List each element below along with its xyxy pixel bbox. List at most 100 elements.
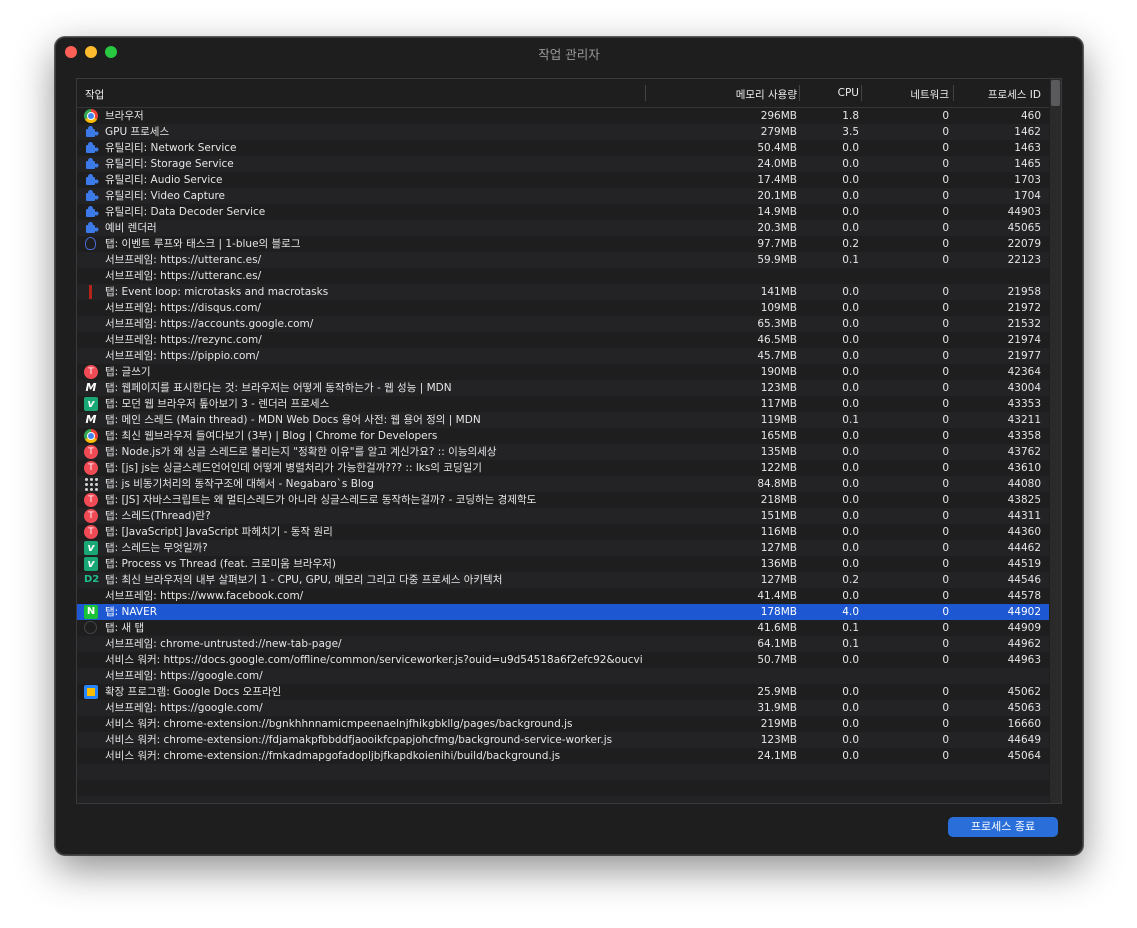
end-process-button[interactable]: 프로세스 종료 [948, 817, 1058, 837]
table-row[interactable]: 탭: js 비동기처리의 동작구조에 대해서 - Negabaro`s Blog… [77, 476, 1049, 492]
network-usage: 0 [942, 718, 949, 730]
table-row[interactable]: 서브프레임: https://www.facebook.com/41.4MB 0.… [77, 588, 1049, 604]
cpu-usage: 0.0 [842, 446, 859, 458]
column-header-cpu[interactable]: CPU [838, 87, 859, 99]
process-name: 브라우저 [105, 110, 144, 122]
tistory-icon: T [84, 461, 98, 475]
table-row[interactable]: GPU 프로세스 279MB 3.5 0 1462 [77, 124, 1049, 140]
process-name: GPU 프로세스 [105, 126, 170, 138]
task-manager-window: 작업 관리자 작업 메모리 사용량 CPU 네트워크 프로세스 ID 브라우저 2… [55, 37, 1083, 855]
table-row[interactable]: 유틸리티: Video Capture 20.1MB 0.0 0 1704 [77, 188, 1049, 204]
memory-usage: 279MB [760, 126, 797, 138]
process-name: 탭: 새 탭 [105, 622, 145, 634]
table-row[interactable]: D2 탭: 최신 브라우저의 내부 살펴보기 1 - CPU, GPU, 메모리 … [77, 572, 1049, 588]
table-row[interactable]: 서브프레임: https://rezync.com/46.5MB 0.0 0 2197… [77, 332, 1049, 348]
process-name: 탭: Node.js가 왜 싱글 스레드로 불리는지 "정확한 이유"를 알고 … [105, 446, 497, 458]
process-name: 서비스 워커: chrome-extension://fdjamakpfbbdd… [105, 734, 613, 746]
process-id: 44649 [1007, 734, 1041, 746]
scrollbar-thumb[interactable] [1051, 80, 1060, 106]
process-id: 44311 [1007, 510, 1041, 522]
network-usage: 0 [942, 414, 949, 426]
mdn-icon: M [85, 413, 97, 426]
table-row[interactable]: T 탭: [JavaScript] JavaScript 파헤치기 - 동작 원리… [77, 524, 1049, 540]
cpu-usage: 0.1 [842, 638, 859, 650]
cpu-usage: 0.0 [842, 590, 859, 602]
table-row[interactable]: 유틸리티: Storage Service 24.0MB 0.0 0 1465 [77, 156, 1049, 172]
process-name: 유틸리티: Network Service [105, 142, 237, 154]
cpu-usage: 0.0 [842, 734, 859, 746]
process-name: 탭: 메인 스레드 (Main thread) - MDN Web Docs 용… [105, 414, 481, 426]
table-row[interactable]: 탭: 새 탭 41.6MB 0.1 0 44909 [77, 620, 1049, 636]
column-header-task[interactable]: 작업 [85, 87, 104, 102]
network-usage: 0 [942, 590, 949, 602]
table-row[interactable]: 서브프레임: https://disqus.com/109MB 0.0 0 21972 [77, 300, 1049, 316]
table-row[interactable]: 브라우저 296MB 1.8 0 460 [77, 108, 1049, 124]
table-row[interactable]: 유틸리티: Network Service 50.4MB 0.0 0 1463 [77, 140, 1049, 156]
network-usage: 0 [942, 318, 949, 330]
process-id: 43762 [1007, 446, 1041, 458]
table-row[interactable]: v 탭: Process vs Thread (feat. 크로미움 브라우저) 1… [77, 556, 1049, 572]
memory-usage: 123MB [760, 382, 797, 394]
process-table: 작업 메모리 사용량 CPU 네트워크 프로세스 ID 브라우저 296MB 1.8… [76, 78, 1062, 804]
process-id: 1704 [1014, 190, 1041, 202]
table-row[interactable]: 서브프레임: https://google.com/ [77, 668, 1049, 684]
table-row[interactable]: 서브프레임: https://utteranc.es/ [77, 268, 1049, 284]
table-row[interactable]: 확장 프로그램: Google Docs 오프라인 25.9MB 0.0 0 45062 [77, 684, 1049, 700]
cpu-usage: 1.8 [842, 110, 859, 122]
cpu-usage: 4.0 [842, 606, 859, 618]
table-row[interactable]: M 탭: 웹페이지를 표시한다는 것: 브라우저는 어떻게 동작하는가 - 웹 성… [77, 380, 1049, 396]
cpu-usage: 0.0 [842, 318, 859, 330]
table-row[interactable]: 유틸리티: Audio Service 17.4MB 0.0 0 1703 [77, 172, 1049, 188]
column-header-pid[interactable]: 프로세스 ID [988, 87, 1041, 102]
column-divider [645, 85, 646, 101]
table-row[interactable]: 예비 렌더러 20.3MB 0.0 0 45065 [77, 220, 1049, 236]
d2-icon: D2 [84, 574, 100, 585]
memory-usage: 109MB [760, 302, 797, 314]
table-row[interactable]: 서브프레임: chrome-untrusted://new-tab-page/6… [77, 636, 1049, 652]
table-row[interactable]: 서브프레임: https://google.com/31.9MB 0.0 0 4506… [77, 700, 1049, 716]
process-id: 44360 [1007, 526, 1041, 538]
cpu-usage: 0.0 [842, 558, 859, 570]
table-row[interactable]: v 탭: 모던 웹 브라우저 톺아보기 3 - 렌더러 프로세스 117MB 0.0 0… [77, 396, 1049, 412]
table-row[interactable]: N 탭: NAVER 178MB 4.0 0 44902 [77, 604, 1049, 620]
process-name: 예비 렌더러 [105, 222, 157, 234]
network-usage: 0 [942, 286, 949, 298]
table-row[interactable]: 서브프레임: https://accounts.google.com/65.3M… [77, 316, 1049, 332]
column-header-memory[interactable]: 메모리 사용량 [736, 87, 797, 102]
table-row[interactable]: T 탭: [js] js는 싱글스레드언어인데 어떻게 병렬처리가 가능한걸까??… [77, 460, 1049, 476]
cpu-usage: 0.0 [842, 158, 859, 170]
table-row[interactable]: 서브프레임: https://utteranc.es/59.9MB 0.1 0 221… [77, 252, 1049, 268]
table-row[interactable]: 탭: Event loop: microtasks and macrotasks… [77, 284, 1049, 300]
table-row[interactable]: 서비스 워커: chrome-extension://fdjamakpfbbdd… [77, 732, 1049, 748]
vertical-scrollbar[interactable] [1050, 79, 1061, 803]
table-row[interactable]: T 탭: 글쓰기 190MB 0.0 0 42364 [77, 364, 1049, 380]
table-row[interactable]: 유틸리티: Data Decoder Service 14.9MB 0.0 0 4490… [77, 204, 1049, 220]
cpu-usage: 0.0 [842, 462, 859, 474]
table-row[interactable]: T 탭: Node.js가 왜 싱글 스레드로 불리는지 "정확한 이유"를 알고… [77, 444, 1049, 460]
memory-usage: 45.7MB [757, 350, 797, 362]
cpu-usage: 0.0 [842, 750, 859, 762]
table-row[interactable]: 서비스 워커: chrome-extension://bgnkhhnnamicm… [77, 716, 1049, 732]
memory-usage: 127MB [760, 542, 797, 554]
process-name: 서비스 워커: chrome-extension://bgnkhhnnamicm… [105, 718, 573, 730]
memory-usage: 117MB [760, 398, 797, 410]
memory-usage: 24.1MB [757, 750, 797, 762]
process-name: 확장 프로그램: Google Docs 오프라인 [105, 686, 282, 698]
table-row[interactable]: 서비스 워커: https://docs.google.com/offline/… [77, 652, 1049, 668]
process-id: 44902 [1007, 606, 1041, 618]
memory-usage: 219MB [760, 718, 797, 730]
table-row[interactable]: T 탭: 스레드(Thread)란? 151MB 0.0 0 44311 [77, 508, 1049, 524]
cpu-usage: 0.0 [842, 526, 859, 538]
process-id: 21958 [1007, 286, 1041, 298]
network-usage: 0 [942, 510, 949, 522]
table-row[interactable]: M 탭: 메인 스레드 (Main thread) - MDN Web Docs … [77, 412, 1049, 428]
column-header-network[interactable]: 네트워크 [910, 87, 949, 102]
table-row[interactable]: 탭: 최신 웹브라우저 들여다보기 (3부) | Blog | Chrome f… [77, 428, 1049, 444]
table-row[interactable]: 탭: 이벤트 루프와 태스크 | 1-blue의 블로그 97.7MB 0.2 0 22… [77, 236, 1049, 252]
table-row[interactable]: T 탭: [JS] 자바스크립트는 왜 멀티스레드가 아니라 싱글스레드로 동작하… [77, 492, 1049, 508]
table-row[interactable]: v 탭: 스레드는 무엇일까? 127MB 0.0 0 44462 [77, 540, 1049, 556]
table-row[interactable]: 서비스 워커: chrome-extension://fmkadmapgofad… [77, 748, 1049, 764]
table-row[interactable]: 서브프레임: https://pippio.com/45.7MB 0.0 0 2197… [77, 348, 1049, 364]
cpu-usage: 0.0 [842, 382, 859, 394]
process-id: 43610 [1007, 462, 1041, 474]
